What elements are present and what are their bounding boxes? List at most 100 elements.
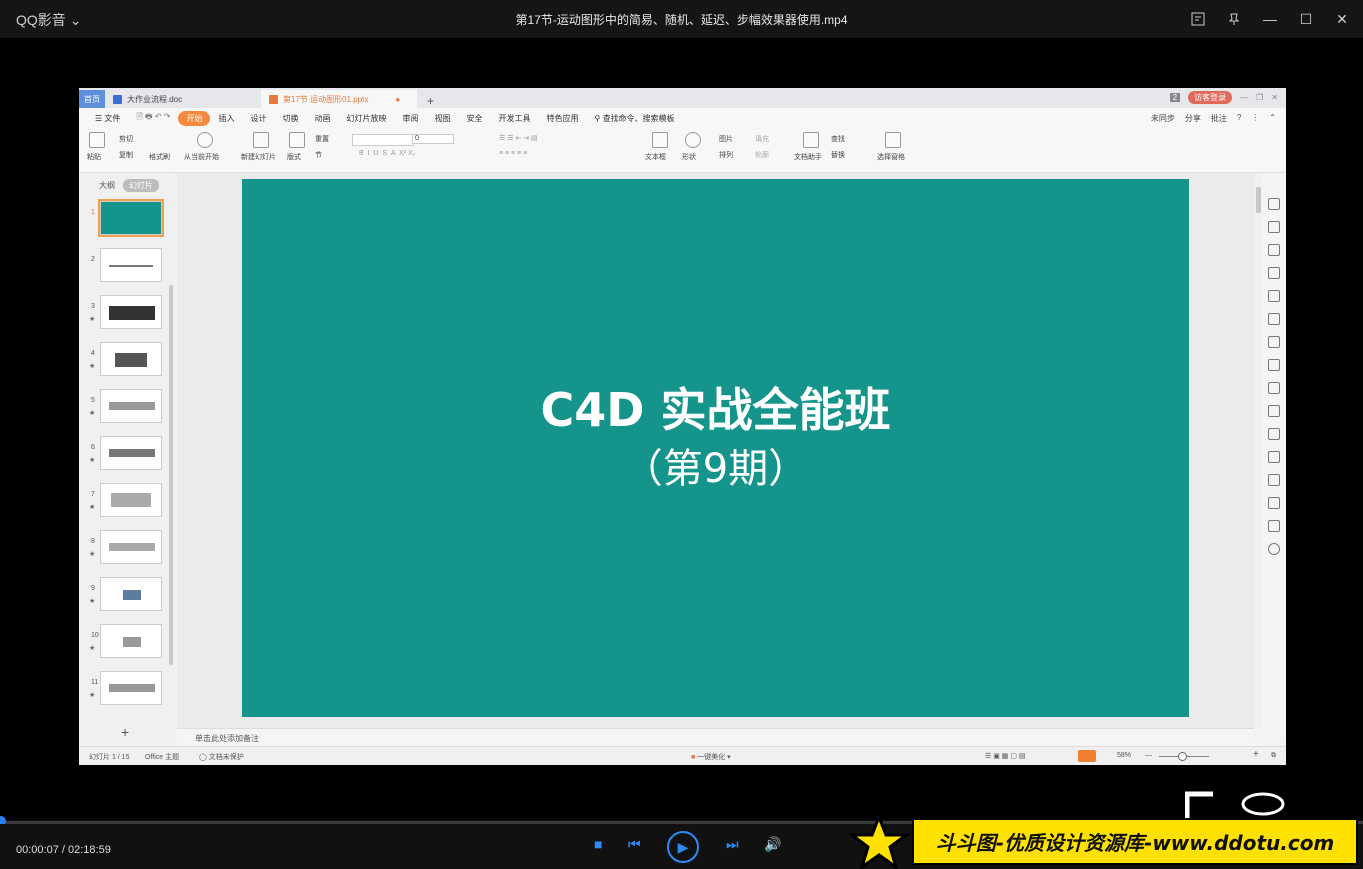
current-slide[interactable]: C4D 实战全能班 （第9期） bbox=[242, 179, 1189, 717]
sidebar-tool-icon[interactable] bbox=[1268, 451, 1280, 463]
fit-window-icon[interactable]: ⧉ bbox=[1271, 752, 1276, 760]
comment-button[interactable]: 批注 bbox=[1211, 113, 1227, 124]
shape-icon[interactable] bbox=[685, 132, 701, 148]
menu-special[interactable]: 特色应用 bbox=[538, 113, 586, 124]
new-slide-button[interactable]: 新建幻灯片 bbox=[241, 152, 276, 162]
textbox-button[interactable]: 文本框 bbox=[645, 152, 666, 162]
share-button[interactable]: 分享 bbox=[1185, 113, 1201, 124]
slide-thumb-row[interactable]: 4 ★ bbox=[79, 340, 175, 387]
playlist-icon[interactable] bbox=[1187, 8, 1209, 30]
menu-animation[interactable]: 动画 bbox=[306, 113, 338, 124]
slide-thumbnail[interactable] bbox=[100, 530, 162, 564]
slide-thumb-row[interactable]: 5 ★ bbox=[79, 387, 175, 434]
cut-button[interactable]: 剪切 bbox=[119, 134, 133, 144]
slide-thumbnail[interactable] bbox=[100, 483, 162, 517]
select-pane-icon[interactable] bbox=[885, 132, 901, 148]
slideshow-play-button[interactable] bbox=[1078, 750, 1096, 762]
sidebar-tool-icon[interactable] bbox=[1268, 428, 1280, 440]
sidebar-tool-icon[interactable] bbox=[1268, 474, 1280, 486]
slide-thumbnail[interactable] bbox=[100, 295, 162, 329]
minimize-button[interactable]: — bbox=[1259, 8, 1281, 30]
volume-icon[interactable]: 🔊 bbox=[764, 836, 781, 853]
sidebar-tool-icon[interactable] bbox=[1268, 405, 1280, 417]
maximize-button[interactable]: ☐ bbox=[1295, 8, 1317, 30]
picture-button[interactable]: 图片 bbox=[719, 134, 733, 144]
command-search[interactable]: ⚲ 查找命令、搜索模板 bbox=[586, 113, 682, 124]
sidebar-tool-icon[interactable] bbox=[1268, 497, 1280, 509]
previous-icon[interactable]: ⏮ bbox=[628, 836, 641, 853]
doc-protect-status[interactable]: ◯ 文档未保护 bbox=[199, 752, 244, 762]
menu-slideshow[interactable]: 幻灯片放映 bbox=[338, 113, 394, 124]
slide-thumbnail[interactable] bbox=[100, 342, 162, 376]
slide-thumbnail[interactable] bbox=[100, 248, 162, 282]
menu-security[interactable]: 安全 bbox=[458, 113, 490, 124]
sidebar-tool-icon[interactable] bbox=[1268, 359, 1280, 371]
sidebar-tool-icon[interactable] bbox=[1268, 336, 1280, 348]
pin-icon[interactable] bbox=[1223, 8, 1245, 30]
login-button[interactable]: 访客登录 bbox=[1188, 91, 1233, 104]
zoom-level[interactable]: 58% bbox=[1117, 752, 1131, 759]
next-icon[interactable]: ⏭ bbox=[726, 836, 739, 853]
menu-file[interactable]: ☰ 文件 bbox=[87, 113, 128, 124]
doc-helper-button[interactable]: 文档助手 bbox=[794, 152, 822, 162]
doc-helper-icon[interactable] bbox=[803, 132, 819, 148]
canvas-scroll-thumb[interactable] bbox=[1256, 187, 1261, 213]
sidebar-tool-icon[interactable] bbox=[1268, 221, 1280, 233]
tab-doc[interactable]: 大作业流程.doc bbox=[105, 90, 261, 108]
copy-button[interactable]: 复制 bbox=[119, 150, 133, 160]
slide-thumb-row[interactable]: 7 ★ bbox=[79, 481, 175, 528]
theme-name[interactable]: Office 主题 bbox=[145, 752, 179, 762]
slide-thumb-row[interactable]: 11 ★ bbox=[79, 669, 175, 716]
add-slide-icon[interactable]: + bbox=[121, 724, 129, 740]
arrange-button[interactable]: 排列 bbox=[719, 150, 733, 160]
play-from-current-icon[interactable] bbox=[197, 132, 213, 148]
shape-button[interactable]: 形状 bbox=[682, 152, 696, 162]
zoom-slider-knob[interactable] bbox=[1178, 752, 1187, 761]
format-brush-button[interactable]: 格式刷 bbox=[149, 152, 170, 162]
menu-view[interactable]: 视图 bbox=[426, 113, 458, 124]
layout-button[interactable]: 版式 bbox=[287, 152, 301, 162]
fill-button[interactable]: 填充 bbox=[755, 134, 769, 144]
toolbar-quick-icons[interactable]: 🗎 🖶 ↶ ↷ bbox=[128, 111, 178, 125]
menu-insert[interactable]: 插入 bbox=[210, 113, 242, 124]
slide-thumb-row[interactable]: 2 bbox=[79, 246, 175, 293]
outline-button[interactable]: 轮廓 bbox=[755, 150, 769, 160]
slide-thumb-row[interactable]: 8 ★ bbox=[79, 528, 175, 575]
canvas-scrollbar[interactable] bbox=[1254, 173, 1262, 728]
wps-close-icon[interactable]: ✕ bbox=[1271, 93, 1278, 102]
slide-thumb-row[interactable]: 10 ★ bbox=[79, 622, 175, 669]
sidebar-tool-icon[interactable] bbox=[1268, 382, 1280, 394]
select-pane-button[interactable]: 选择窗格 bbox=[877, 152, 905, 162]
paste-icon[interactable] bbox=[89, 132, 105, 148]
sidebar-tool-icon[interactable] bbox=[1268, 244, 1280, 256]
wps-minimize-icon[interactable]: — bbox=[1240, 93, 1248, 102]
find-button[interactable]: 查找 bbox=[831, 134, 845, 144]
menu-review[interactable]: 审阅 bbox=[394, 113, 426, 124]
wps-restore-icon[interactable]: ❐ bbox=[1256, 93, 1263, 102]
sidebar-tool-icon[interactable] bbox=[1268, 198, 1280, 210]
layout-icon[interactable] bbox=[289, 132, 305, 148]
tab-outline[interactable]: 大纲 bbox=[99, 180, 115, 191]
tab-pptx[interactable]: 第17节 运动图形01.pptx ● bbox=[261, 90, 417, 108]
sidebar-tool-icon[interactable] bbox=[1268, 313, 1280, 325]
slide-thumb-row[interactable]: 1 bbox=[79, 199, 175, 246]
slide-thumbnail[interactable] bbox=[98, 199, 164, 237]
sidebar-tool-icon[interactable] bbox=[1268, 290, 1280, 302]
sidebar-tool-icon[interactable] bbox=[1268, 267, 1280, 279]
textbox-icon[interactable] bbox=[652, 132, 668, 148]
slide-thumbnail[interactable] bbox=[100, 671, 162, 705]
menu-start[interactable]: 开始 bbox=[178, 110, 211, 126]
tab-slides[interactable]: 幻灯片 bbox=[123, 179, 159, 192]
new-tab-icon[interactable]: + bbox=[427, 94, 434, 108]
beautify-button[interactable]: ■ 一键美化 ▾ bbox=[691, 752, 731, 762]
menu-design[interactable]: 设计 bbox=[242, 113, 274, 124]
slide-thumbnail[interactable] bbox=[100, 389, 162, 423]
paragraph-buttons[interactable]: ☰ ☰ ⇤ ⇥ ▤ bbox=[499, 134, 538, 142]
close-button[interactable]: ✕ bbox=[1331, 8, 1353, 30]
sync-status[interactable]: 未同步 bbox=[1151, 113, 1175, 124]
slide-thumbnail[interactable] bbox=[100, 624, 162, 658]
from-current-button[interactable]: 从当前开始 bbox=[184, 152, 219, 162]
notes-pane[interactable]: 单击此处添加备注 bbox=[177, 728, 1254, 747]
replace-button[interactable]: 替换 bbox=[831, 150, 845, 160]
zoom-out-icon[interactable]: — bbox=[1145, 752, 1152, 759]
